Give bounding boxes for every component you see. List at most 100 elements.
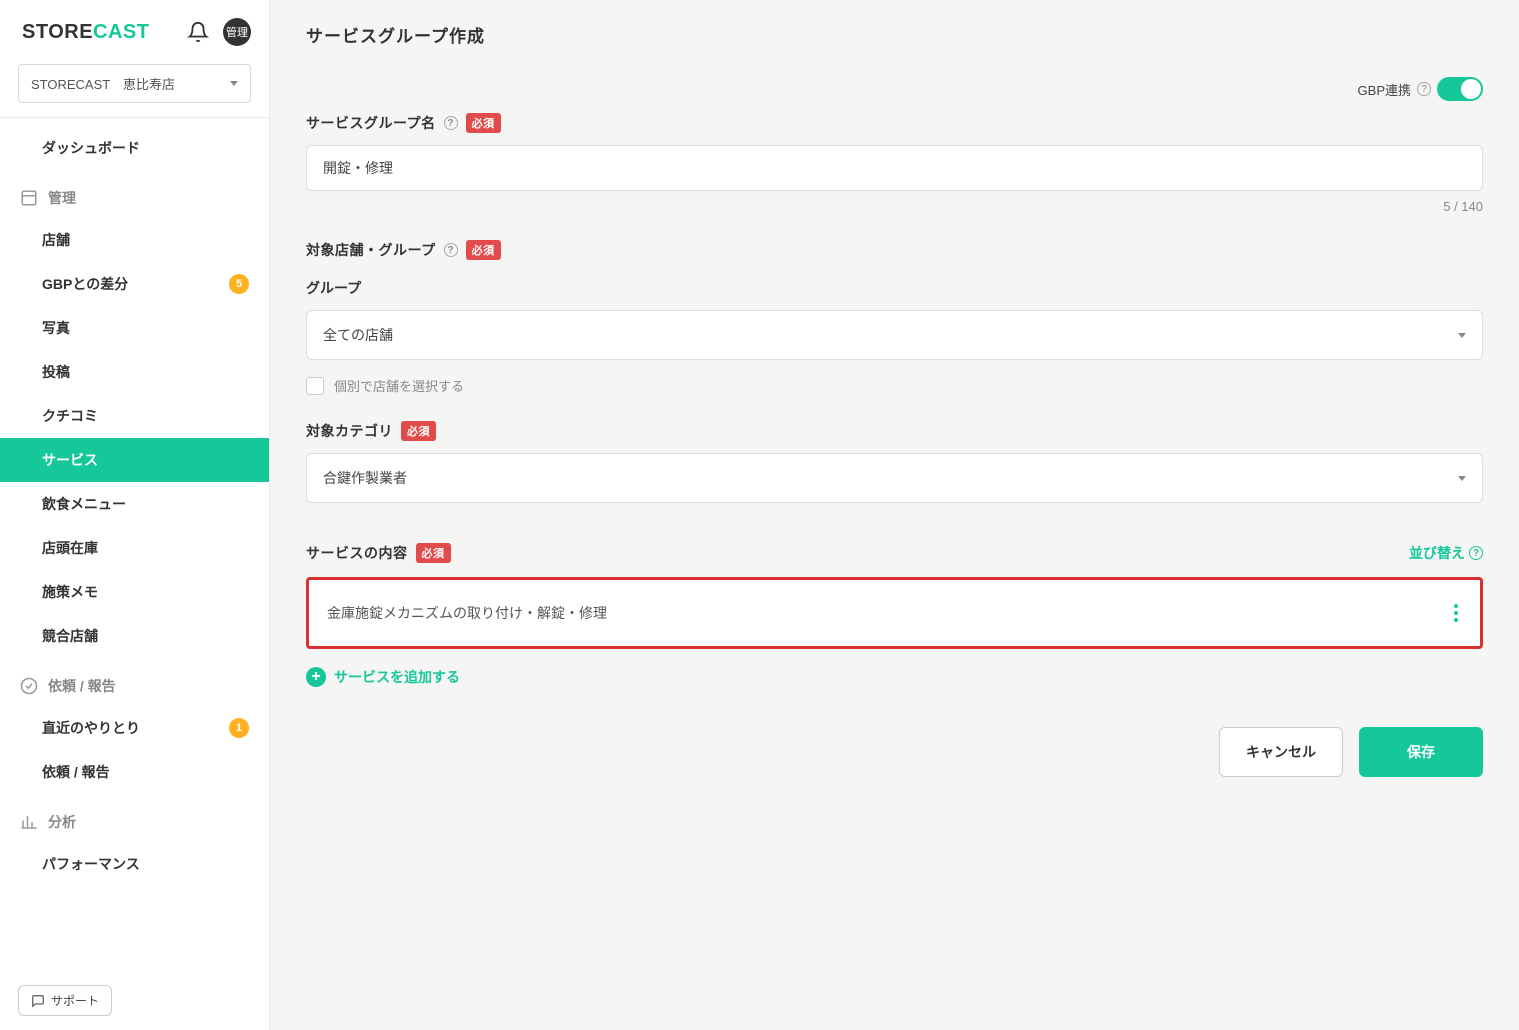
logo-cast: CAST	[93, 21, 149, 43]
bell-icon[interactable]	[187, 21, 209, 43]
support-button[interactable]: サポート	[18, 985, 112, 1016]
help-icon[interactable]: ?	[1417, 82, 1431, 96]
group-name-label: サービスグループ名	[306, 113, 436, 133]
nav-item-competitor[interactable]: 競合店舗	[0, 614, 269, 658]
caret-down-icon	[1458, 333, 1466, 338]
nav-label: パフォーマンス	[42, 854, 140, 874]
nav-section-manage-label: 管理	[48, 188, 76, 208]
nav-label: サービス	[42, 450, 98, 470]
main: サービスグループ作成 GBP連携 ? サービスグループ名 ? 必須 5 / 14…	[270, 0, 1519, 1030]
nav-label: 写真	[42, 318, 70, 338]
nav-item-stock[interactable]: 店頭在庫	[0, 526, 269, 570]
individual-checkbox[interactable]	[306, 377, 324, 395]
sort-label: 並び替え	[1409, 543, 1465, 563]
help-icon[interactable]: ?	[444, 243, 458, 257]
required-tag: 必須	[466, 113, 501, 133]
nav-item-photo[interactable]: 写真	[0, 306, 269, 350]
logo: STORECAST	[22, 21, 150, 44]
nav-label: 施策メモ	[42, 582, 98, 602]
nav-item-memo[interactable]: 施策メモ	[0, 570, 269, 614]
manage-icon	[20, 189, 38, 207]
nav-label: GBPとの差分	[42, 274, 128, 294]
main-header: サービスグループ作成	[270, 0, 1519, 77]
nav-label: 店頭在庫	[42, 538, 98, 558]
group-name-counter: 5 / 140	[306, 199, 1483, 214]
nav-item-request[interactable]: 依頼 / 報告	[0, 750, 269, 794]
sidebar: STORECAST 管理 STORECAST 恵比寿店 ダッシュボード 管理 店…	[0, 0, 270, 1030]
check-circle-icon	[20, 677, 38, 695]
page-title: サービスグループ作成	[306, 22, 1483, 47]
target-label-row: 対象店舗・グループ ? 必須	[306, 240, 1483, 260]
services-header: サービスの内容 必須 並び替え ?	[306, 543, 1483, 563]
nav-label: 投稿	[42, 362, 70, 382]
group-select-value: 全ての店舗	[323, 325, 393, 345]
add-service-button[interactable]: + サービスを追加する	[306, 667, 1483, 687]
nav-section-analysis: 分析	[0, 794, 269, 842]
category-label-row: 対象カテゴリ 必須	[306, 421, 1483, 441]
gbp-link-label: GBP連携	[1358, 80, 1411, 99]
category-label: 対象カテゴリ	[306, 421, 393, 441]
nav-item-performance[interactable]: パフォーマンス	[0, 842, 269, 886]
required-tag: 必須	[466, 240, 501, 260]
category-select[interactable]: 合鍵作製業者	[306, 453, 1483, 503]
sort-link[interactable]: 並び替え ?	[1409, 543, 1483, 563]
nav-item-menu[interactable]: 飲食メニュー	[0, 482, 269, 526]
nav-section-request-label: 依頼 / 報告	[48, 676, 116, 696]
category-select-value: 合鍵作製業者	[323, 468, 407, 488]
group-name-input[interactable]	[306, 145, 1483, 191]
nav-item-store[interactable]: 店舗	[0, 218, 269, 262]
chat-icon	[31, 994, 45, 1008]
cancel-button[interactable]: キャンセル	[1219, 727, 1343, 777]
group-select[interactable]: 全ての店舗	[306, 310, 1483, 360]
required-tag: 必須	[416, 543, 451, 563]
service-item-text: 金庫施錠メカニズムの取り付け・解錠・修理	[327, 603, 607, 623]
nav-label: 直近のやりとり	[42, 718, 140, 738]
nav-label: 飲食メニュー	[42, 494, 126, 514]
save-button[interactable]: 保存	[1359, 727, 1483, 777]
individual-checkbox-label: 個別で店舗を選択する	[334, 376, 464, 395]
services-label-row: サービスの内容 必須	[306, 543, 451, 563]
support-label: サポート	[51, 992, 99, 1009]
nav-item-recent[interactable]: 直近のやりとり 1	[0, 706, 269, 750]
nav-section-manage: 管理	[0, 170, 269, 218]
nav-badge: 5	[229, 274, 249, 294]
gbp-link-toggle[interactable]	[1437, 77, 1483, 101]
avatar-badge[interactable]: 管理	[223, 18, 251, 46]
nav-section-analysis-label: 分析	[48, 812, 76, 832]
nav-label: 競合店舗	[42, 626, 98, 646]
help-icon[interactable]: ?	[1469, 546, 1483, 560]
nav-label: 依頼 / 報告	[42, 762, 110, 782]
target-label: 対象店舗・グループ	[306, 240, 436, 260]
required-tag: 必須	[401, 421, 436, 441]
content: GBP連携 ? サービスグループ名 ? 必須 5 / 140 対象店舗・グループ…	[270, 77, 1519, 1030]
nav-item-post[interactable]: 投稿	[0, 350, 269, 394]
nav-label: 店舗	[42, 230, 70, 250]
nav-item-service[interactable]: サービス	[0, 438, 269, 482]
footer-buttons: キャンセル 保存	[306, 727, 1483, 777]
kebab-icon[interactable]	[1450, 600, 1462, 626]
individual-checkbox-row: 個別で店舗を選択する	[306, 376, 1483, 395]
caret-down-icon	[230, 81, 238, 86]
store-select[interactable]: STORECAST 恵比寿店	[18, 64, 251, 103]
top-icons: 管理	[187, 18, 251, 46]
sidebar-top: STORECAST 管理	[0, 0, 269, 64]
add-service-label: サービスを追加する	[334, 667, 460, 687]
group-name-label-row: サービスグループ名 ? 必須	[306, 113, 1483, 133]
nav-label: クチコミ	[42, 406, 98, 426]
service-item[interactable]: 金庫施錠メカニズムの取り付け・解錠・修理	[306, 577, 1483, 649]
nav-item-review[interactable]: クチコミ	[0, 394, 269, 438]
chart-icon	[20, 813, 38, 831]
store-select-wrap: STORECAST 恵比寿店	[0, 64, 269, 118]
help-icon[interactable]: ?	[444, 116, 458, 130]
store-select-value: STORECAST 恵比寿店	[31, 74, 175, 93]
plus-icon: +	[306, 667, 326, 687]
nav-dashboard[interactable]: ダッシュボード	[0, 126, 269, 170]
logo-store: STORE	[22, 21, 93, 43]
nav: ダッシュボード 管理 店舗 GBPとの差分 5 写真 投稿 クチコミ サービス 飲…	[0, 118, 269, 1030]
gbp-link-row: GBP連携 ?	[306, 77, 1483, 101]
group-sublabel: グループ	[306, 278, 1483, 298]
caret-down-icon	[1458, 476, 1466, 481]
services-label: サービスの内容	[306, 543, 408, 563]
nav-item-gbp-diff[interactable]: GBPとの差分 5	[0, 262, 269, 306]
nav-badge: 1	[229, 718, 249, 738]
